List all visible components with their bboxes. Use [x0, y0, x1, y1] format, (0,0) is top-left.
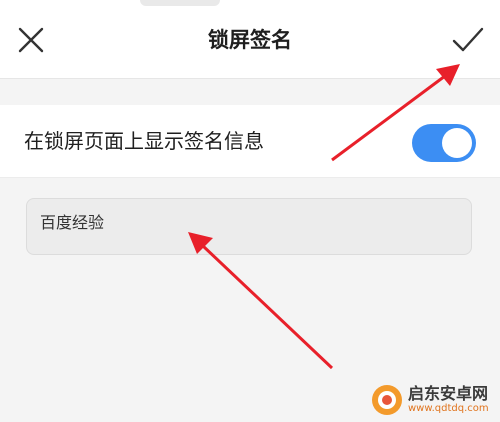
blurred-status-area	[140, 0, 220, 6]
watermark-url: www.qdtdq.com	[408, 403, 489, 414]
show-signature-toggle[interactable]	[412, 124, 476, 162]
signature-text: 百度经验	[40, 213, 105, 232]
confirm-button[interactable]	[450, 22, 486, 58]
watermark-name: 启东安卓网	[408, 384, 489, 403]
toggle-knob	[442, 128, 472, 158]
show-signature-label: 在锁屏页面上显示签名信息	[24, 129, 264, 153]
watermark-logo-icon	[372, 385, 402, 415]
site-watermark: 启东安卓网 www.qdtdq.com	[370, 380, 498, 420]
signature-input[interactable]: 百度经验	[26, 198, 472, 255]
page-title: 锁屏签名	[208, 28, 292, 52]
top-bar: 锁屏签名	[0, 0, 500, 79]
checkmark-icon	[452, 27, 484, 52]
